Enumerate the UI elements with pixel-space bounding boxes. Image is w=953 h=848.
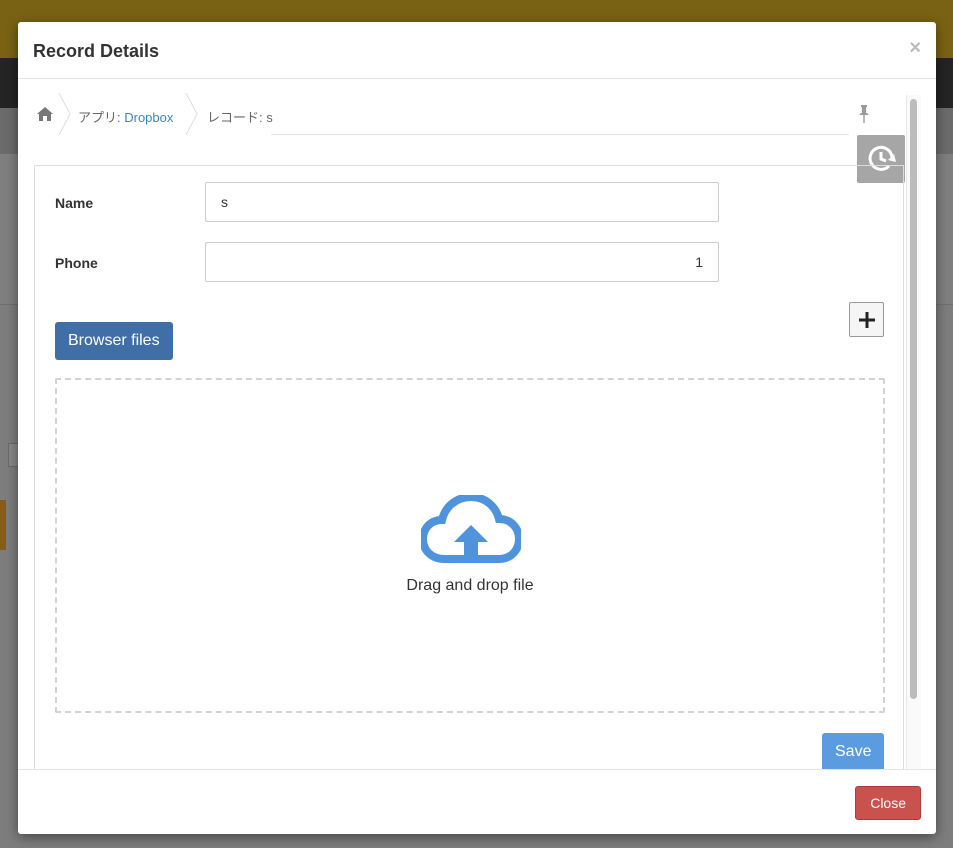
modal-footer: Close bbox=[18, 769, 936, 834]
close-icon[interactable]: × bbox=[909, 37, 921, 60]
breadcrumb-divider bbox=[271, 134, 849, 135]
phone-label: Phone bbox=[55, 255, 98, 271]
breadcrumb-separator-icon bbox=[58, 93, 71, 135]
plus-icon bbox=[858, 311, 875, 328]
scrollbar-thumb[interactable] bbox=[910, 99, 917, 699]
modal-header: Record Details × bbox=[18, 22, 936, 79]
add-button[interactable] bbox=[849, 302, 884, 337]
background-decoration bbox=[0, 500, 6, 550]
record-details-modal: Record Details × アプリ: Dropbox レコード: s Na… bbox=[18, 22, 936, 834]
file-dropzone[interactable]: Drag and drop file bbox=[55, 378, 885, 713]
breadcrumb-app-prefix: アプリ: bbox=[78, 110, 125, 125]
breadcrumb-app-link[interactable]: Dropbox bbox=[124, 110, 173, 125]
breadcrumb-app: アプリ: Dropbox bbox=[78, 107, 173, 126]
dropzone-text: Drag and drop file bbox=[406, 577, 534, 594]
home-icon[interactable] bbox=[36, 106, 54, 122]
modal-title: Record Details bbox=[33, 41, 160, 61]
breadcrumb: アプリ: Dropbox レコード: s bbox=[34, 93, 849, 135]
close-button[interactable]: Close bbox=[855, 786, 921, 820]
record-form: Name Phone Browser files Drag and drop f… bbox=[34, 165, 904, 769]
scrollbar[interactable] bbox=[906, 95, 921, 769]
browse-files-button[interactable]: Browser files bbox=[55, 322, 173, 360]
name-input[interactable] bbox=[205, 182, 719, 222]
breadcrumb-record: レコード: s bbox=[207, 110, 273, 125]
pin-icon[interactable] bbox=[858, 105, 870, 123]
modal-body: アプリ: Dropbox レコード: s Name s Phone 1 Brow… bbox=[18, 79, 936, 769]
phone-input[interactable] bbox=[205, 242, 719, 282]
breadcrumb-separator-icon bbox=[185, 93, 198, 135]
cloud-upload-icon bbox=[421, 495, 521, 563]
save-button[interactable]: Save bbox=[822, 733, 885, 769]
name-label: Name bbox=[55, 195, 94, 211]
